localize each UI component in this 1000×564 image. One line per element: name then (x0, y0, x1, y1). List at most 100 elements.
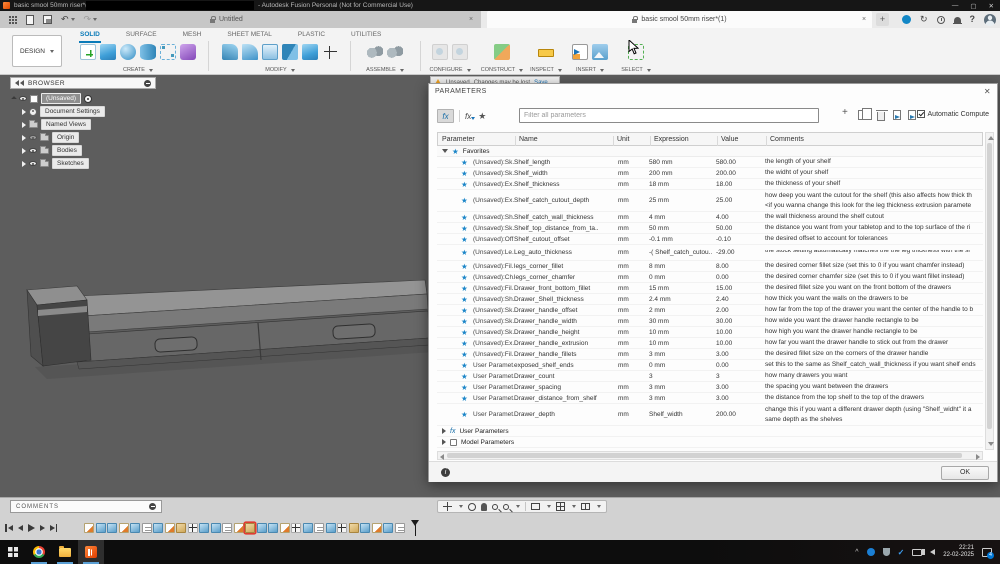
extrude-icon[interactable] (100, 44, 116, 60)
start-button[interactable] (0, 540, 26, 564)
value-cell[interactable]: 10.00 (716, 329, 765, 336)
parameter-row[interactable]: ★ (Unsaved):Sk.. Drawer_handle_width mm 30 m… (437, 316, 983, 327)
timeline-play-button[interactable] (27, 524, 35, 532)
favorite-star-icon[interactable]: ★ (461, 169, 473, 178)
parameter-cell[interactable]: User Paramet.. (473, 373, 514, 380)
comment-cell[interactable]: how high you want the drawer handle rect… (765, 327, 983, 337)
unit-cell[interactable]: mm (612, 285, 649, 292)
user-avatar[interactable] (984, 13, 996, 26)
orbit-icon[interactable] (468, 502, 476, 511)
column-expression[interactable]: Expression (654, 136, 689, 143)
expand-arrow-icon[interactable] (22, 160, 26, 167)
name-cell[interactable]: Shelf_thickness (514, 181, 612, 188)
comment-cell[interactable]: the distance you want from your tabletop… (765, 223, 983, 233)
timeline-feature-move-icon[interactable] (337, 523, 347, 533)
sync-icon[interactable]: ↻ (920, 15, 928, 24)
comments-bar[interactable]: COMMENTS (10, 500, 162, 513)
name-cell[interactable]: Drawer_handle_height (514, 329, 612, 336)
create-form-icon[interactable] (180, 44, 196, 60)
favorite-star-icon[interactable]: ★ (461, 262, 473, 271)
parameter-row[interactable]: ★ User Paramet.. Drawer_distance_from_shel… (437, 393, 983, 404)
unit-cell[interactable]: mm (612, 296, 649, 303)
redo-dropdown-caret[interactable] (93, 18, 98, 21)
tray-expand-icon[interactable]: ^ (855, 549, 858, 556)
workspace-selector[interactable]: DESIGN (12, 35, 62, 67)
canvas-image-icon[interactable] (592, 44, 608, 60)
name-cell[interactable]: Leg_auto_thickness (514, 249, 612, 256)
parameter-cell[interactable]: (Unsaved):Ch.. (473, 274, 514, 281)
unit-cell[interactable]: mm (612, 214, 649, 221)
browser-item-label[interactable]: Sketches (52, 158, 89, 169)
visibility-eye-icon[interactable] (29, 135, 37, 140)
name-cell[interactable]: Shelf_top_distance_from_ta.. (514, 225, 612, 232)
expression-cell[interactable]: 3 mm (649, 351, 716, 358)
timeline-feature-blue-icon[interactable] (199, 523, 209, 533)
name-cell[interactable]: Drawer_handle_fillets (514, 351, 612, 358)
tray-app-icon[interactable] (866, 548, 875, 556)
comment-cell[interactable]: the wall thickness around the shelf cuto… (765, 212, 983, 222)
value-cell[interactable]: 50.00 (716, 225, 765, 232)
parameter-row[interactable]: ★ (Unsaved):Sh.. Drawer_Shell_thickness mm 2… (437, 294, 983, 305)
notification-center-icon[interactable]: 4 (982, 547, 994, 559)
comment-cell[interactable]: the desired offset to account for tolera… (765, 234, 983, 244)
parameter-cell[interactable]: User Paramet.. (473, 362, 514, 369)
timeline-go-to-end-button[interactable] (49, 524, 57, 532)
parameter-row[interactable]: ★ (Unsaved):Off.. Shelf_cutout_offset mm -0.… (437, 234, 983, 245)
parameter-row[interactable]: ★ User Paramet.. exposed_shelf_ends mm 0 mm 0… (437, 360, 983, 371)
timeline-feature-sketch-icon[interactable] (233, 523, 244, 533)
timeline-feature-sketch-icon[interactable] (84, 523, 94, 533)
browser-item-label[interactable]: Document Settings (40, 106, 105, 117)
favorite-star-icon[interactable]: ★ (461, 328, 473, 337)
close-window-button[interactable]: ✕ (989, 2, 994, 10)
loft-icon[interactable] (160, 44, 176, 60)
unit-cell[interactable]: mm (612, 318, 649, 325)
unit-cell[interactable]: mm (612, 329, 649, 336)
name-cell[interactable]: Drawer_Shell_thickness (514, 296, 612, 303)
favorite-star-icon[interactable]: ★ (461, 213, 473, 222)
parameter-cell[interactable]: User Paramet.. (473, 384, 514, 391)
revolve-icon[interactable] (120, 44, 136, 60)
redo-button[interactable]: ↷ (84, 15, 92, 24)
parameter-cell[interactable]: (Unsaved):Ex.. (473, 197, 514, 204)
expression-cell[interactable]: 3 (649, 373, 716, 380)
timeline-feature-blue-icon[interactable] (95, 523, 106, 533)
expression-cell[interactable]: 580 mm (649, 159, 716, 166)
expression-cell[interactable]: 200 mm (649, 170, 716, 177)
favorite-star-icon[interactable]: ★ (461, 317, 473, 326)
parameter-row[interactable]: ★ (Unsaved):Sk.. Shelf_top_distance_from_t… (437, 223, 983, 234)
visibility-eye-icon[interactable] (19, 96, 27, 101)
tab-untitled[interactable]: Untitled (210, 11, 243, 28)
status-check-icon[interactable]: ✓ (898, 548, 905, 557)
parameter-cell[interactable]: (Unsaved):Sk.. (473, 170, 514, 177)
timeline-feature-move-icon[interactable] (187, 523, 198, 533)
browser-item-bodies[interactable]: Bodies (10, 144, 160, 157)
chevron-down-icon[interactable] (459, 505, 463, 508)
expand-group-icon[interactable] (442, 428, 446, 434)
visibility-eye-icon[interactable] (29, 148, 37, 153)
parameter-row[interactable]: ★ (Unsaved):Sk.. Shelf_width mm 200 mm 200.00… (437, 168, 983, 179)
zoom-window-icon[interactable] (503, 503, 509, 510)
expand-arrow-icon[interactable] (22, 121, 26, 128)
timeline-feature-tan-icon[interactable] (348, 523, 359, 533)
value-cell[interactable]: 3.00 (716, 351, 765, 358)
name-cell[interactable]: exposed_shelf_ends (514, 362, 612, 369)
taskbar-explorer[interactable] (52, 540, 78, 564)
parameter-cell[interactable]: (Unsaved):Fil.. (473, 351, 514, 358)
value-cell[interactable]: 15.00 (716, 285, 765, 292)
timeline-feature-blue-icon[interactable] (107, 523, 117, 533)
horizontal-scrollbar[interactable] (437, 451, 983, 460)
favorite-star-icon[interactable]: ★ (461, 372, 473, 381)
value-cell[interactable]: 2.40 (716, 296, 765, 303)
timeline-feature-move-icon[interactable] (291, 523, 301, 533)
name-cell[interactable]: Shelf_catch_wall_thickness (514, 214, 612, 221)
parameter-row[interactable]: ★ (Unsaved):Sk.. Drawer_handle_offset mm 2 m… (437, 305, 983, 316)
configuration-icon[interactable] (432, 44, 448, 60)
model-parameters-group[interactable]: Model Parameters (437, 437, 983, 448)
name-cell[interactable]: legs_corner_fillet (514, 263, 612, 270)
expression-cell[interactable]: 3 mm (649, 395, 716, 402)
name-cell[interactable]: Drawer_spacing (514, 384, 612, 391)
value-cell[interactable]: 4.00 (716, 214, 765, 221)
expression-cell[interactable]: 10 mm (649, 340, 716, 347)
network-icon[interactable] (912, 548, 923, 556)
name-cell[interactable]: Drawer_handle_width (514, 318, 612, 325)
